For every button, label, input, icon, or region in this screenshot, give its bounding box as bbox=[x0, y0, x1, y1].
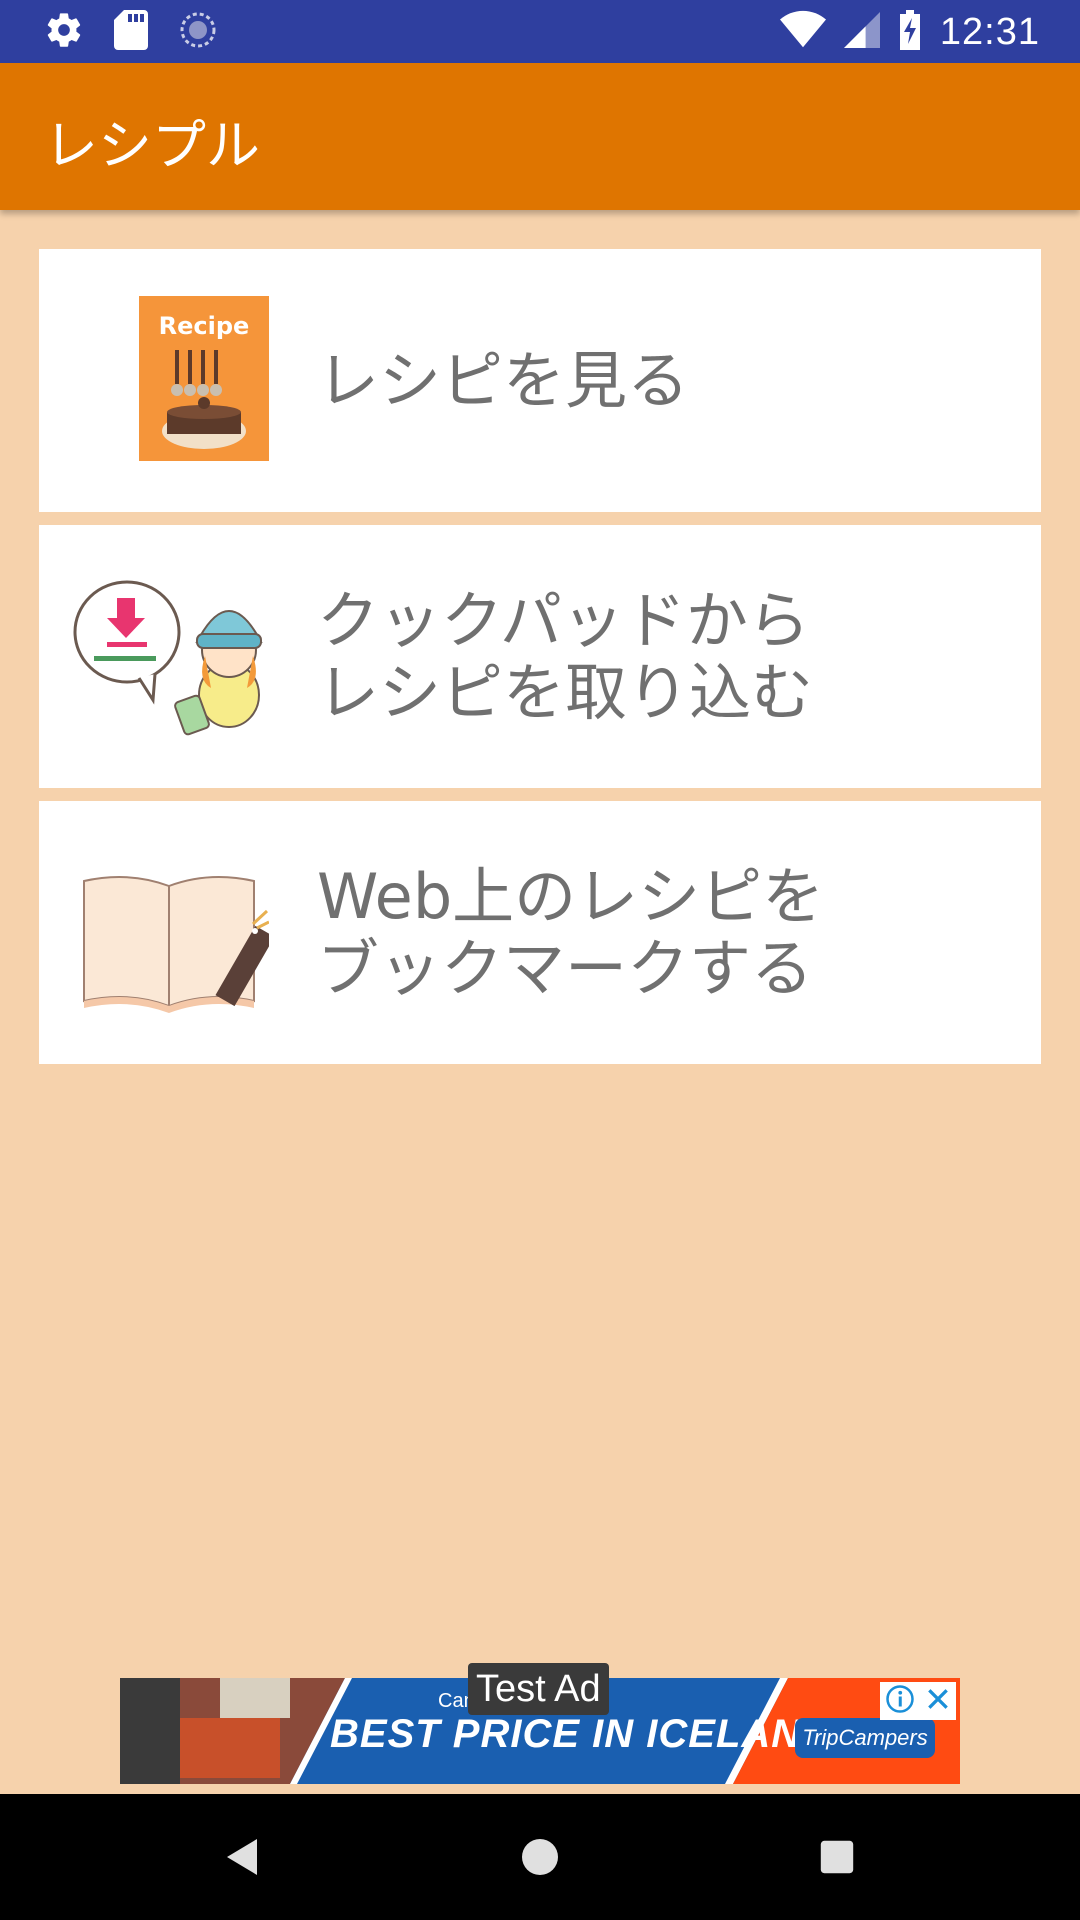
app-title: レシプル bbox=[44, 114, 260, 177]
menu-item-label: クックパッドから レシピを取り込む bbox=[317, 583, 814, 729]
wifi-icon bbox=[779, 10, 826, 54]
menu-item-bookmark-web[interactable]: Web上のレシピを ブックマークする bbox=[39, 801, 1041, 1064]
navigation-bar bbox=[0, 1794, 1080, 1920]
recipe-book-icon: Recipe bbox=[69, 284, 279, 474]
import-character-icon bbox=[69, 560, 269, 750]
info-icon[interactable] bbox=[885, 1684, 915, 1718]
close-icon[interactable] bbox=[925, 1686, 951, 1716]
ad-brand-logo: TripCampers bbox=[795, 1718, 935, 1758]
status-bar: 12:31 bbox=[0, 0, 1080, 63]
menu-item-label: レシピを見る bbox=[317, 343, 690, 417]
back-icon[interactable] bbox=[213, 1827, 273, 1887]
menu-item-label: Web上のレシピを ブックマークする bbox=[317, 859, 825, 1005]
menu-item-view-recipes[interactable]: Recipe レシピを見る bbox=[39, 249, 1041, 512]
sync-icon bbox=[178, 10, 218, 54]
recents-icon[interactable] bbox=[807, 1827, 867, 1887]
ad-test-label: Test Ad bbox=[468, 1663, 609, 1715]
status-right-icons: 12:31 bbox=[779, 8, 1040, 56]
sd-card-icon bbox=[114, 10, 148, 54]
settings-icon bbox=[44, 10, 84, 54]
home-icon[interactable] bbox=[510, 1827, 570, 1887]
menu-item-import-cookpad[interactable]: クックパッドから レシピを取り込む bbox=[39, 525, 1041, 788]
app-bar: レシプル bbox=[0, 63, 1080, 210]
battery-charging-icon bbox=[898, 10, 922, 54]
open-book-bookmark-icon bbox=[69, 836, 275, 1026]
status-left-icons bbox=[44, 8, 218, 56]
status-time: 12:31 bbox=[939, 10, 1040, 53]
ad-headline: BEST PRICE IN ICELAND bbox=[330, 1712, 832, 1756]
ad-choices[interactable] bbox=[880, 1682, 956, 1720]
signal-icon bbox=[843, 10, 880, 54]
recipe-book-text: Recipe bbox=[159, 312, 250, 340]
